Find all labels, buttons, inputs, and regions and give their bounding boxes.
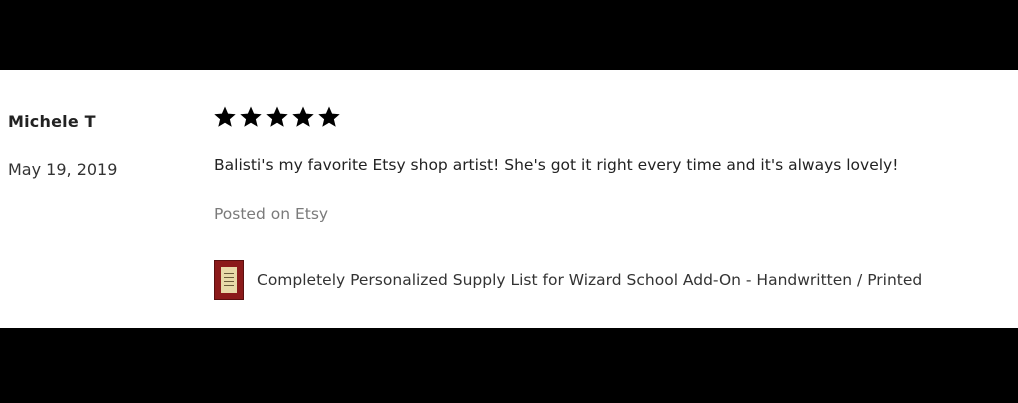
review-text: Balisti's my favorite Etsy shop artist! … bbox=[214, 156, 899, 174]
product-thumbnail-image[interactable] bbox=[214, 260, 244, 300]
review-card: Michele T May 19, 2019 Balisti's my favo… bbox=[0, 70, 1018, 328]
top-black-bar bbox=[0, 0, 1018, 70]
thumbnail-line bbox=[224, 285, 234, 286]
star-icon bbox=[292, 106, 314, 127]
star-rating bbox=[213, 105, 341, 129]
thumbnail-line bbox=[224, 277, 234, 278]
star-icon bbox=[318, 106, 340, 127]
star-icon bbox=[214, 106, 236, 127]
thumbnail-line bbox=[224, 281, 234, 282]
review-date: May 19, 2019 bbox=[8, 160, 118, 179]
product-title[interactable]: Completely Personalized Supply List for … bbox=[257, 271, 922, 289]
thumbnail-line bbox=[224, 273, 234, 274]
star-icon bbox=[240, 106, 262, 127]
thumbnail-paper bbox=[221, 267, 237, 293]
star-icon bbox=[266, 106, 288, 127]
reviewer-name: Michele T bbox=[8, 112, 96, 131]
product-link[interactable]: Completely Personalized Supply List for … bbox=[214, 260, 922, 300]
posted-on-label: Posted on Etsy bbox=[214, 205, 329, 223]
bottom-black-bar bbox=[0, 328, 1018, 403]
